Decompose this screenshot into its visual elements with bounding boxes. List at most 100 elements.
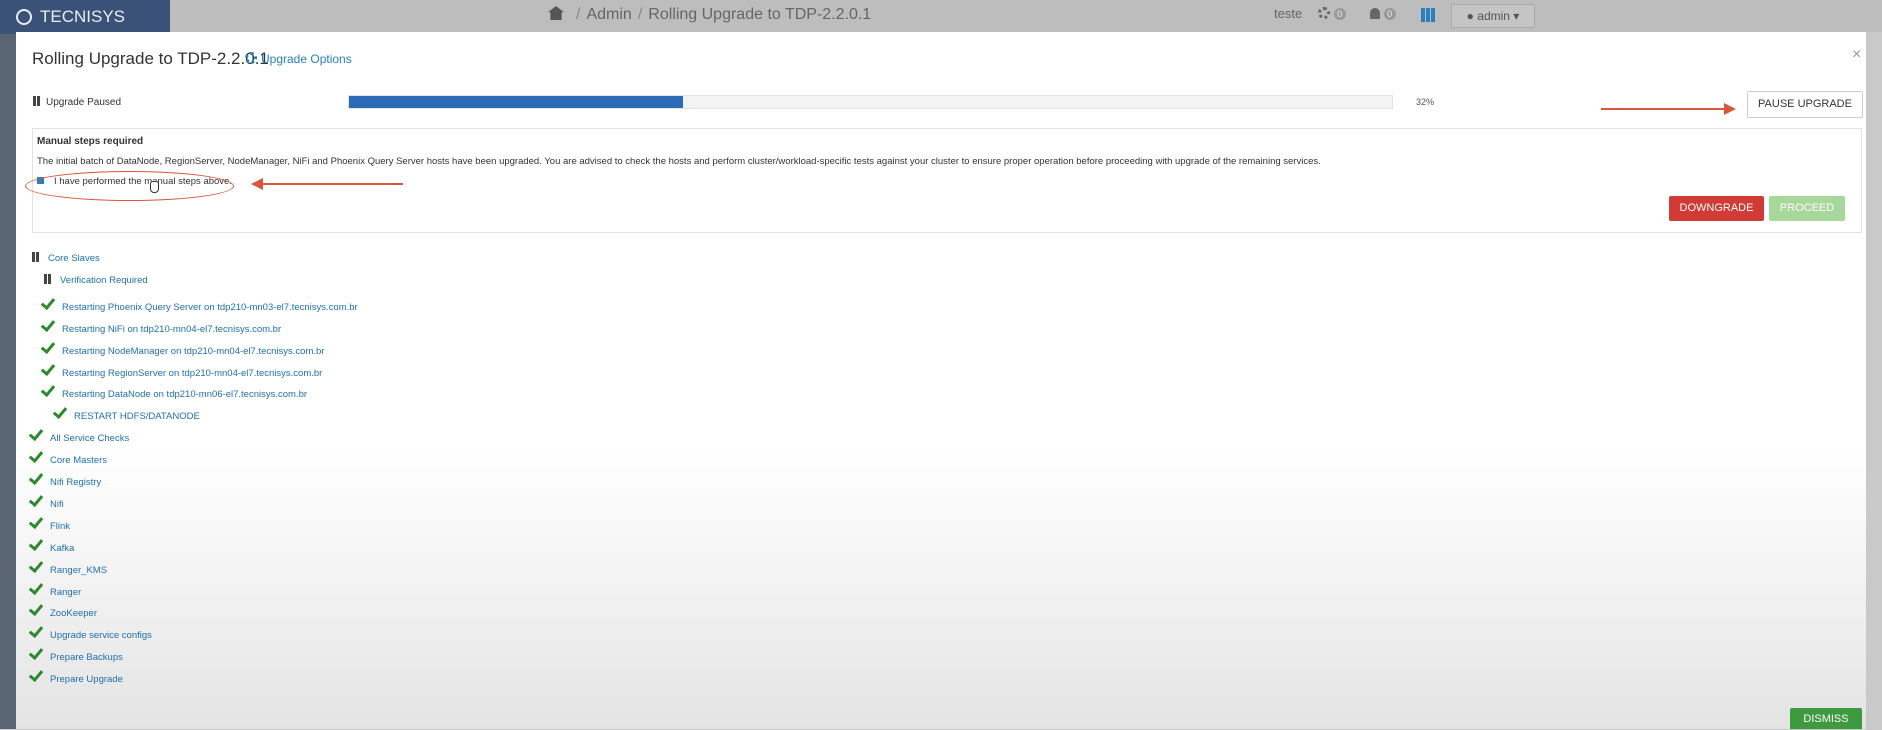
upgrade-step-label: Core Masters [50, 455, 108, 466]
upgrade-step-label: Restarting DataNode on tdp210-mn06-el7.t… [62, 389, 308, 400]
downgrade-button[interactable]: DOWNGRADE [1669, 196, 1764, 221]
upgrade-step-item[interactable]: ZooKeeper [28, 600, 98, 619]
upgrade-step-label: Upgrade service configs [50, 630, 152, 641]
check-icon [52, 403, 68, 420]
proceed-button[interactable]: PROCEED [1769, 196, 1845, 221]
check-icon [28, 622, 44, 639]
check-icon [28, 535, 44, 552]
apps-grid-icon[interactable] [1421, 8, 1435, 25]
breadcrumb-admin[interactable]: Admin [586, 6, 631, 23]
upgrade-step-item[interactable]: Restarting NiFi on tdp210-mn04-el7.tecni… [40, 316, 282, 335]
check-icon [28, 447, 44, 464]
upgrade-step-label: Restarting NodeManager on tdp210-mn04-el… [62, 346, 325, 357]
gears-icon [245, 52, 257, 64]
check-icon [40, 338, 56, 355]
dismiss-button[interactable]: DISMISS [1790, 708, 1862, 729]
upgrade-step-item[interactable]: Flink [28, 513, 71, 532]
upgrade-step-label: All Service Checks [50, 433, 130, 444]
brand-name: TECNISYS [40, 7, 126, 26]
check-icon [40, 360, 56, 377]
check-icon [28, 425, 44, 442]
alerts-count: 0 [1383, 8, 1396, 20]
upgrade-step-label: ZooKeeper [50, 608, 98, 619]
upgrade-options-label: Upgrade Options [261, 52, 352, 66]
mouse-cursor-icon [150, 181, 159, 193]
upgrade-step-item[interactable]: Restarting NodeManager on tdp210-mn04-el… [40, 338, 325, 357]
upgrade-step-item[interactable]: Upgrade service configs [28, 622, 152, 641]
sidebar-background [0, 34, 16, 729]
upgrade-step-item[interactable]: RESTART HDFS/DATANODE [52, 403, 200, 422]
check-icon [40, 381, 56, 398]
breadcrumb: / Admin / Rolling Upgrade to TDP-2.2.0.1 [548, 6, 871, 24]
check-icon [28, 557, 44, 574]
manual-steps-title: Manual steps required [37, 136, 144, 147]
check-icon [28, 469, 44, 486]
upgrade-step-item[interactable]: Prepare Upgrade [28, 666, 123, 685]
upgrade-step-item[interactable]: Verification Required [44, 274, 148, 286]
home-icon[interactable] [548, 6, 564, 20]
check-icon [40, 316, 56, 333]
upgrade-step-label: Prepare Upgrade [50, 674, 123, 685]
upgrade-step-item[interactable]: Ranger_KMS [28, 557, 108, 576]
annotation-arrow-right [1601, 103, 1736, 115]
upgrade-options-link[interactable]: Upgrade Options [245, 52, 352, 66]
upgrade-step-label: Nifi [50, 499, 64, 510]
upgrade-step-label: Nifi Registry [50, 477, 102, 488]
check-icon [28, 579, 44, 596]
ops-indicator[interactable]: 0 [1318, 6, 1346, 21]
upgrade-step-label: Core Slaves [48, 253, 100, 264]
manual-steps-text: The initial batch of DataNode, RegionSer… [37, 156, 1321, 167]
upgrade-step-item[interactable]: Ranger [28, 579, 82, 598]
check-icon [28, 491, 44, 508]
upgrade-status: Upgrade Paused [33, 96, 121, 108]
upgrade-step-item[interactable]: Nifi Registry [28, 469, 102, 488]
upgrade-step-item[interactable]: Restarting DataNode on tdp210-mn06-el7.t… [40, 381, 308, 400]
user-label: teste [1274, 6, 1303, 21]
upgrade-progress-percent: 32% [1416, 97, 1435, 107]
upgrade-step-label: Restarting NiFi on tdp210-mn04-el7.tecni… [62, 324, 282, 335]
upgrade-step-item[interactable]: All Service Checks [28, 425, 130, 444]
bell-icon [1370, 8, 1380, 19]
upgrade-step-label: Restarting RegionServer on tdp210-mn04-e… [62, 368, 323, 379]
brand-logo-icon [16, 9, 32, 25]
upgrade-progress-bar [348, 95, 1393, 109]
manual-steps-panel: Manual steps required The initial batch … [32, 128, 1862, 233]
check-icon [40, 294, 56, 311]
brand[interactable]: TECNISYS [0, 0, 170, 34]
upgrade-step-label: Kafka [50, 543, 75, 554]
upgrade-step-label: Ranger_KMS [50, 565, 108, 576]
pause-icon [33, 96, 40, 106]
check-icon [28, 513, 44, 530]
upgrade-step-item[interactable]: Prepare Backups [28, 644, 123, 663]
pause-icon [32, 252, 39, 262]
admin-menu-button[interactable]: ● admin ▾ [1451, 4, 1535, 28]
upgrade-step-item[interactable]: Kafka [28, 535, 75, 554]
upgrade-step-item[interactable]: Restarting RegionServer on tdp210-mn04-e… [40, 360, 323, 379]
upgrade-step-item[interactable]: Core Slaves [32, 252, 100, 264]
upgrade-step-label: Restarting Phoenix Query Server on tdp21… [62, 302, 358, 313]
upgrade-step-label: Flink [50, 521, 71, 532]
top-navbar: TECNISYS / Admin / Rolling Upgrade to TDP-2… [0, 0, 1882, 34]
upgrade-step-item[interactable]: Core Masters [28, 447, 108, 466]
breadcrumb-current: Rolling Upgrade to TDP-2.2.0.1 [648, 6, 872, 23]
upgrade-step-item[interactable]: Restarting Phoenix Query Server on tdp21… [40, 294, 358, 313]
upgrade-step-item[interactable]: Nifi [28, 491, 64, 510]
check-icon [28, 666, 44, 683]
close-icon[interactable]: × [1852, 46, 1861, 64]
upgrade-step-label: Verification Required [60, 275, 148, 286]
upgrade-step-label: Prepare Backups [50, 652, 123, 663]
modal-title: Rolling Upgrade to TDP-2.2.0.1 [32, 49, 269, 68]
upgrade-step-label: Ranger [50, 587, 82, 598]
pause-upgrade-button[interactable]: PAUSE UPGRADE [1747, 91, 1863, 118]
gear-icon [1318, 7, 1330, 19]
rolling-upgrade-modal: Rolling Upgrade to TDP-2.2.0.1 Upgrade O… [16, 32, 1866, 729]
check-icon [28, 644, 44, 661]
annotation-circle [25, 171, 234, 201]
annotation-arrow-left [251, 178, 403, 190]
upgrade-status-label: Upgrade Paused [46, 97, 122, 108]
pause-icon [44, 274, 51, 284]
check-icon [28, 600, 44, 617]
alerts-indicator[interactable]: 0 [1370, 6, 1396, 21]
upgrade-step-label: RESTART HDFS/DATANODE [74, 411, 200, 422]
admin-menu-label: admin [1477, 9, 1510, 23]
